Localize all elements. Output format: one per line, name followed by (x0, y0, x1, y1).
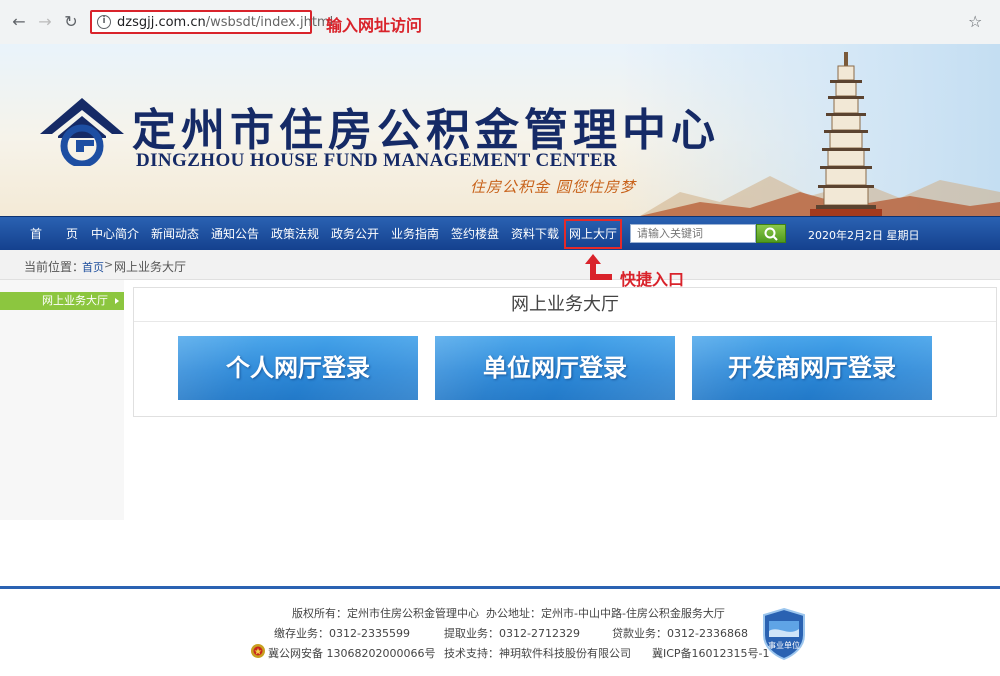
url-annotation: 输入网址访问 (326, 16, 423, 35)
police-emblem-icon (251, 644, 265, 658)
triangle-right-icon (115, 298, 119, 304)
back-arrow-icon[interactable]: ← (10, 13, 28, 31)
footer-deposit-phone: 缴存业务：0312-2335599 (274, 627, 410, 640)
company-login-label: 单位网厅登录 (483, 354, 627, 382)
footer-copyright: 版权所有：定州市住房公积金管理中心 (292, 607, 479, 620)
breadcrumb-current: 网上业务大厅 (114, 260, 187, 274)
site-subtitle: DINGZHOU HOUSE FUND MANAGEMENT CENTER (136, 150, 618, 171)
sidebar-item-online-hall[interactable]: 网上业务大厅 (0, 292, 124, 310)
breadcrumb-home-link[interactable]: 首页 (82, 259, 104, 275)
nav-home[interactable]: 首 页 (30, 217, 78, 251)
footer-address: 办公地址：定州市-中山中路-住房公积金服务大厅 (486, 607, 725, 620)
url-host: dzsgjj.com.cn (117, 15, 206, 30)
housing-fund-logo (40, 98, 124, 166)
search-icon (764, 227, 778, 241)
footer-withdraw-phone: 提取业务：0312-2712329 (444, 627, 580, 640)
developer-login-button[interactable]: 开发商网厅登录 (692, 336, 932, 400)
nav-notices[interactable]: 通知公告 (211, 217, 259, 251)
site-title: 定州市住房公积金管理中心 (132, 105, 720, 156)
public-institution-badge[interactable]: 事业单位 (760, 607, 808, 664)
footer-icp[interactable]: 冀ICP备16012315号-1 (652, 645, 770, 661)
annotation-arrow-icon (585, 254, 612, 280)
breadcrumb-label: 当前位置： (24, 260, 85, 274)
pagoda-icon (810, 52, 882, 216)
sidebar: 网上业务大厅 (0, 280, 124, 520)
search-button[interactable] (756, 224, 786, 243)
nav-affairs[interactable]: 政务公开 (331, 217, 379, 251)
site-footer: 版权所有：定州市住房公积金管理中心 办公地址：定州市-中山中路-住房公积金服务大… (0, 586, 1000, 676)
sidebar-item-label: 网上业务大厅 (42, 294, 108, 307)
panel-title: 网上业务大厅 (134, 288, 996, 322)
badge-text: 事业单位 (768, 641, 800, 650)
bookmark-star-icon[interactable]: ☆ (968, 12, 982, 31)
nav-news[interactable]: 新闻动态 (151, 217, 199, 251)
institution-shield-icon (763, 607, 805, 661)
nav-policy[interactable]: 政策法规 (271, 217, 319, 251)
url-path: /wsbsdt/index.jhtml (205, 15, 334, 30)
current-date: 2020年2月2日 星期日 (808, 229, 920, 242)
site-banner: 定州市住房公积金管理中心 DINGZHOU HOUSE FUND MANAGEM… (0, 44, 1000, 216)
url-text[interactable]: dzsgjj.com.cn/wsbsdt/index.jhtml (117, 15, 333, 30)
developer-login-label: 开发商网厅登录 (728, 354, 896, 382)
breadcrumb: 当前位置： 首页 > 网上业务大厅 (0, 250, 1000, 280)
nav-properties[interactable]: 签约楼盘 (451, 217, 499, 251)
search-input[interactable] (630, 224, 756, 243)
personal-login-button[interactable]: 个人网厅登录 (178, 336, 418, 400)
address-bar[interactable]: i dzsgjj.com.cn/wsbsdt/index.jhtml (90, 10, 333, 34)
online-hall-panel: 网上业务大厅 个人网厅登录 单位网厅登录 开发商网厅登录 (133, 287, 997, 417)
reload-icon[interactable]: ↻ (62, 13, 80, 31)
forward-arrow-icon[interactable]: → (36, 13, 54, 31)
nav-about[interactable]: 中心简介 (91, 217, 139, 251)
footer-loan-phone: 贷款业务：0312-2336868 (612, 627, 748, 640)
banner-slogan: 住房公积金 圆您住房梦 (470, 178, 636, 196)
info-icon[interactable]: i (97, 15, 111, 29)
company-login-button[interactable]: 单位网厅登录 (435, 336, 675, 400)
breadcrumb-separator: > (104, 258, 114, 271)
footer-police-record[interactable]: 冀公网安备 13068202000066号 (268, 645, 435, 661)
nav-guide[interactable]: 业务指南 (391, 217, 439, 251)
personal-login-label: 个人网厅登录 (226, 354, 370, 382)
nav-online-hall[interactable]: 网上大厅 (564, 219, 623, 249)
browser-toolbar: ← → ↻ i dzsgjj.com.cn/wsbsdt/index.jhtml… (0, 0, 1000, 44)
footer-tech-support: 技术支持：神玥软件科技股份有限公司 (444, 647, 631, 660)
nav-downloads[interactable]: 资料下载 (511, 217, 559, 251)
